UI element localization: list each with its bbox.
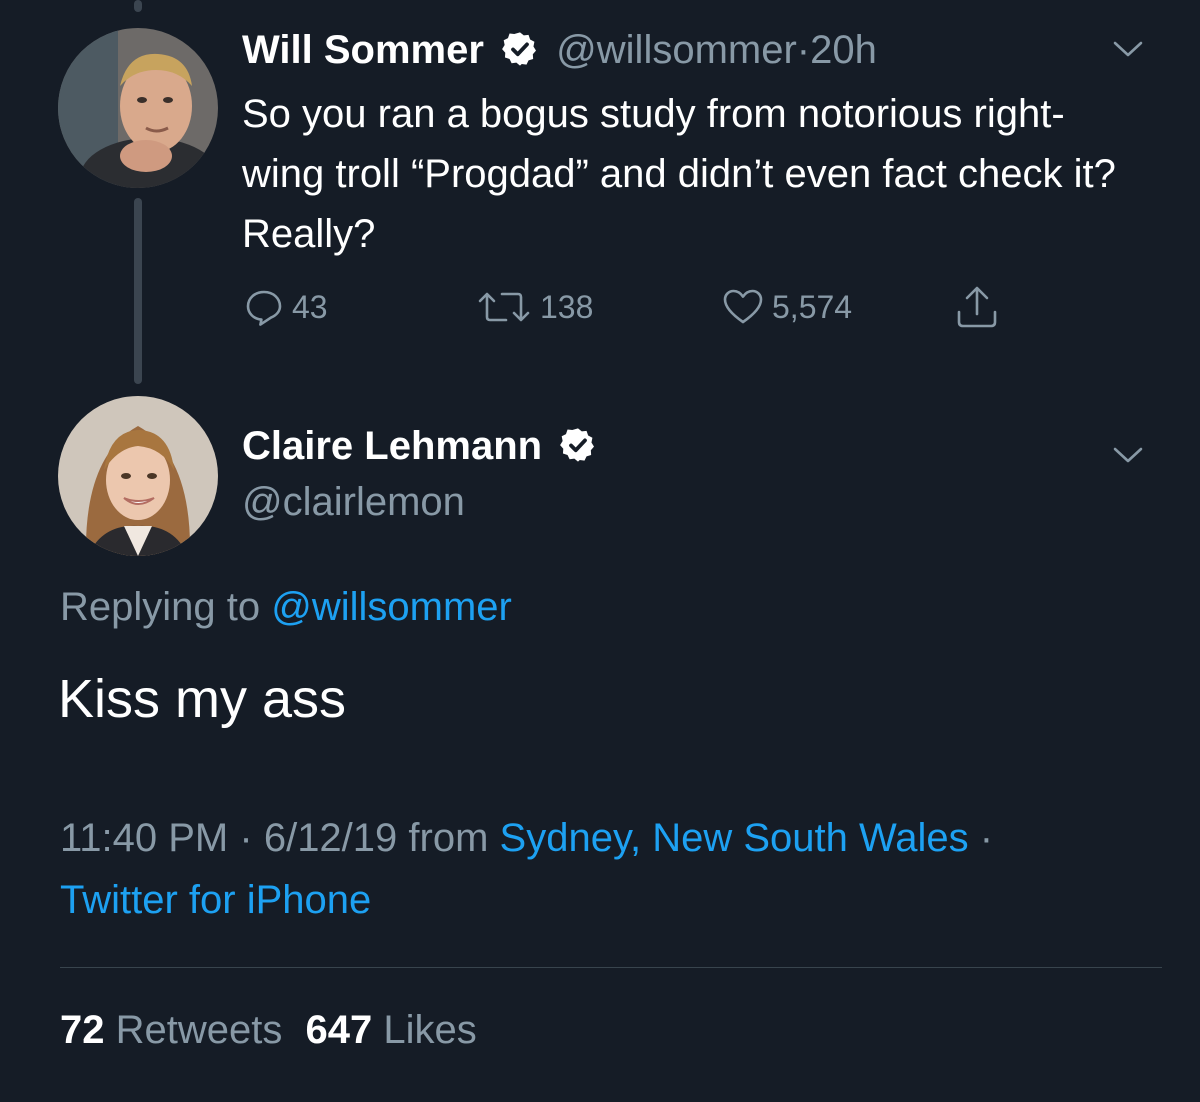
parent-tweet-text: So you ran a bogus study from notorious … bbox=[242, 92, 1116, 256]
likes-count: 647 bbox=[305, 1008, 373, 1052]
chevron-down-icon[interactable] bbox=[1112, 34, 1144, 62]
engagement-stats: 72 Retweets 647 Likes bbox=[60, 1008, 477, 1053]
divider bbox=[60, 967, 1162, 968]
main-tweet-text: Kiss my ass bbox=[58, 669, 347, 729]
from-word: from bbox=[408, 816, 489, 860]
parent-separator: · bbox=[796, 28, 811, 72]
main-author-line: Claire Lehmann bbox=[242, 424, 597, 469]
reply-count: 43 bbox=[292, 288, 328, 325]
heart-icon bbox=[723, 289, 763, 324]
main-author-name[interactable]: Claire Lehmann bbox=[242, 424, 542, 468]
reply-button[interactable]: 43 bbox=[244, 282, 328, 332]
retweets-stat[interactable]: 72 Retweets bbox=[60, 1008, 294, 1052]
reply-icon bbox=[246, 290, 282, 326]
verified-badge-icon bbox=[502, 32, 537, 66]
tweet-time: 11:40 PM bbox=[60, 816, 229, 860]
avatar-will-sommer[interactable] bbox=[58, 28, 218, 188]
retweet-count: 138 bbox=[540, 288, 594, 325]
retweet-icon bbox=[478, 292, 530, 322]
replying-prefix: Replying to bbox=[60, 585, 261, 629]
retweets-count: 72 bbox=[60, 1008, 105, 1052]
parent-author-name[interactable]: Will Sommer bbox=[242, 28, 484, 72]
tweet-meta-line: 11:40 PM · 6/12/19 from Sydney, New Sout… bbox=[60, 816, 993, 861]
parent-time-ago[interactable]: 20h bbox=[810, 28, 877, 72]
meta-separator: · bbox=[239, 816, 253, 860]
like-button[interactable]: 5,574 bbox=[722, 282, 852, 332]
chevron-down-icon[interactable] bbox=[1112, 440, 1144, 468]
retweets-label: Retweets bbox=[115, 1008, 283, 1052]
thread-line bbox=[134, 198, 142, 384]
retweet-button[interactable]: 138 bbox=[476, 282, 593, 332]
parent-author-line: Will Sommer @willsommer·20h bbox=[242, 28, 877, 73]
likes-stat[interactable]: 647 Likes bbox=[306, 1008, 477, 1052]
client-link[interactable]: Twitter for iPhone bbox=[60, 878, 371, 923]
thread-line-top bbox=[134, 0, 142, 12]
main-handle[interactable]: @clairlemon bbox=[242, 480, 465, 525]
verified-badge-icon bbox=[560, 428, 595, 462]
parent-handle[interactable]: @willsommer bbox=[556, 28, 797, 72]
meta-trailing-separator: · bbox=[979, 816, 994, 860]
tweet-date: 6/12/19 bbox=[263, 816, 398, 860]
avatar-claire-lehmann[interactable] bbox=[58, 396, 218, 556]
replying-to-line: Replying to @willsommer bbox=[60, 585, 512, 630]
replying-to-link[interactable]: @willsommer bbox=[271, 585, 512, 629]
share-button[interactable] bbox=[954, 282, 1008, 332]
like-count: 5,574 bbox=[772, 288, 853, 325]
location-link[interactable]: Sydney, New South Wales bbox=[500, 816, 969, 860]
likes-label: Likes bbox=[383, 1008, 477, 1052]
share-icon bbox=[957, 286, 997, 328]
